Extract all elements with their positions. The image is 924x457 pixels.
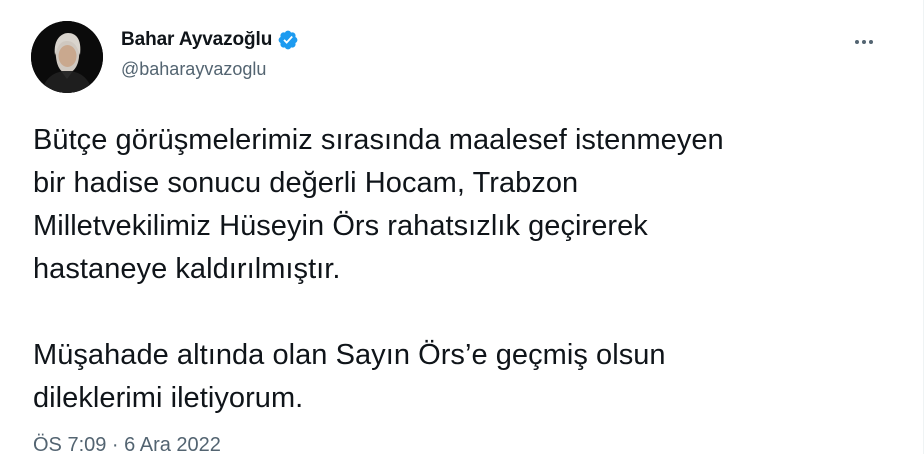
more-options-icon-dot xyxy=(869,40,873,44)
tweet-line: hastaneye kaldırılmıştır. xyxy=(33,253,341,285)
more-options-button[interactable] xyxy=(847,28,881,56)
tweet-line: Milletvekilimiz Hüseyin Örs rahatsızlık … xyxy=(33,210,648,242)
more-options-icon-dot xyxy=(862,40,866,44)
tweet-line: Müşahade altında olan Sayın Örs’e geçmiş… xyxy=(33,339,666,371)
author-handle[interactable]: @baharayvazoglu xyxy=(121,59,299,80)
verified-badge-icon xyxy=(277,29,299,51)
author-name-row: Bahar Ayvazoğlu xyxy=(121,28,299,52)
avatar-image xyxy=(31,21,103,93)
tweet-paragraph: Müşahade altında olan Sayın Örs’e geçmiş… xyxy=(33,334,893,420)
avatar[interactable] xyxy=(31,21,103,93)
tweet-card: Bahar Ayvazoğlu @baharayvazoglu Bütçe gö… xyxy=(0,0,924,456)
more-options-icon xyxy=(855,40,859,44)
tweet-line: dileklerimi iletiyorum. xyxy=(33,382,304,414)
tweet-line: Bütçe görüşmelerimiz sırasında maalesef … xyxy=(33,124,724,156)
author-display-name[interactable]: Bahar Ayvazoğlu xyxy=(121,29,272,51)
tweet-paragraph: Bütçe görüşmelerimiz sırasında maalesef … xyxy=(33,119,893,291)
tweet-text: Bütçe görüşmelerimiz sırasında maalesef … xyxy=(33,119,893,420)
tweet-line: bir hadise sonucu değerli Hocam, Trabzon xyxy=(33,167,579,199)
author-info: Bahar Ayvazoğlu @baharayvazoglu xyxy=(121,28,299,80)
